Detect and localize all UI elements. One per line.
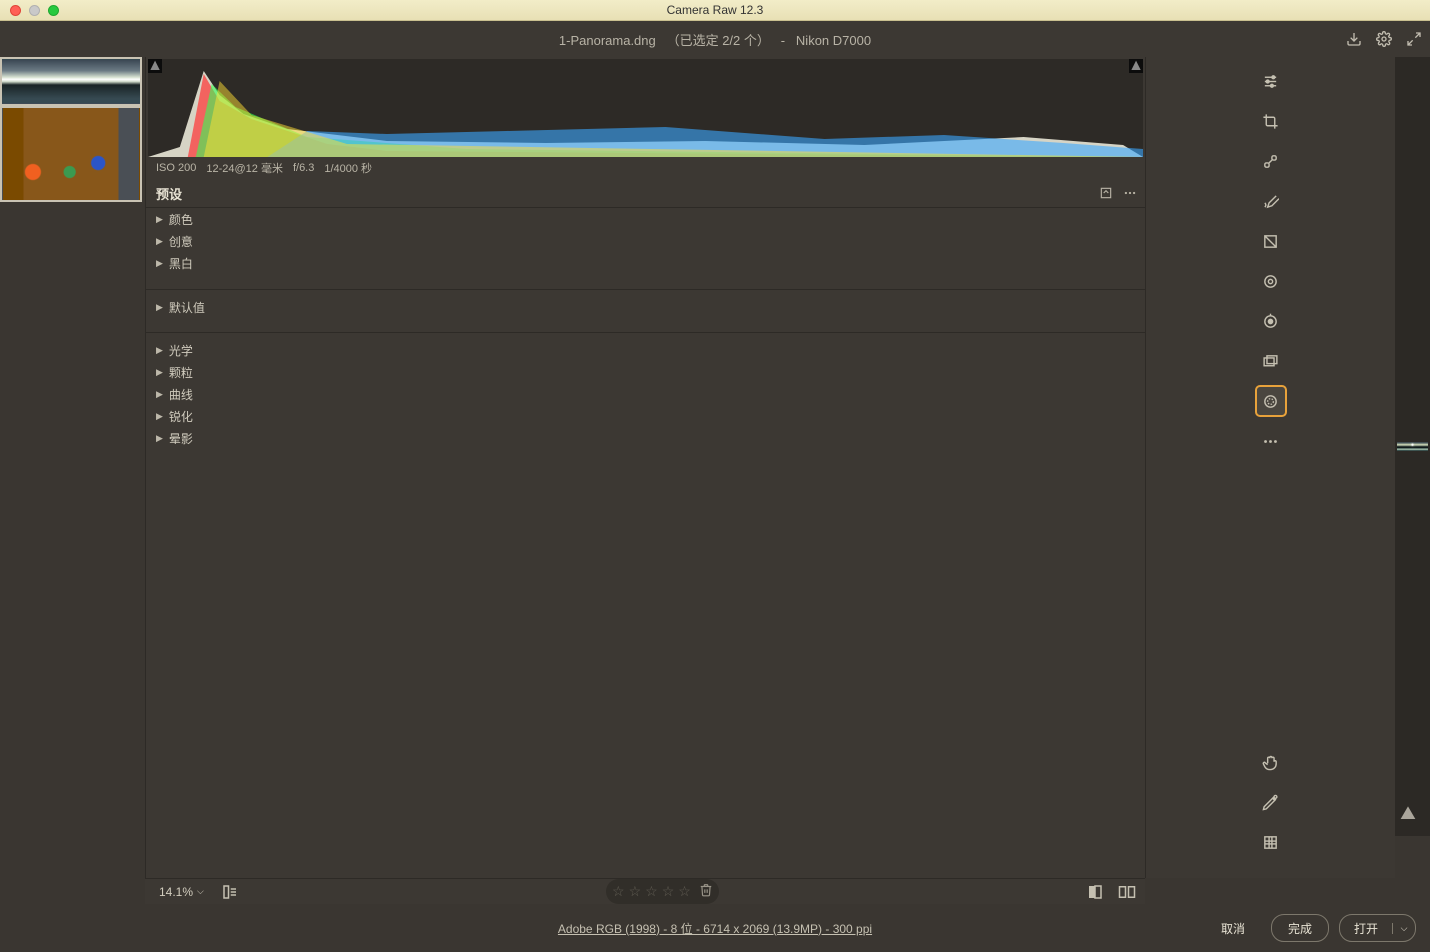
filmstrip-thumb[interactable] <box>2 108 140 200</box>
exif-info: ISO 200 12-24@12 毫米 f/6.3 1/4000 秒 <box>146 157 1145 179</box>
rating-stars: ☆ ☆ ☆ ☆ ☆ <box>606 879 719 904</box>
right-panel: ▲ ▲ ISO 200 12-24@12 毫米 f/6.3 1/4000 秒 预… <box>145 57 1145 878</box>
shadow-clipping-icon[interactable]: ▲ <box>148 59 162 73</box>
presets-panel-header: 预设 <box>146 179 1145 208</box>
aperture-label: f/6.3 <box>293 162 314 174</box>
preset-label: 光学 <box>169 342 193 359</box>
more-tool[interactable] <box>1257 427 1285 455</box>
done-button[interactable]: 完成 <box>1271 914 1329 942</box>
window-minimize-button[interactable] <box>29 5 40 16</box>
star-icon[interactable]: ☆ <box>612 883 625 900</box>
window-title: Camera Raw 12.3 <box>0 3 1430 17</box>
spot-heal-tool[interactable] <box>1257 147 1285 175</box>
preset-group-item[interactable]: ▶晕影 <box>146 427 1145 449</box>
camera-model-label: Nikon D7000 <box>796 33 871 48</box>
star-icon[interactable]: ☆ <box>629 883 642 900</box>
preset-label: 颜色 <box>169 211 193 228</box>
star-icon[interactable]: ☆ <box>662 883 675 900</box>
star-icon[interactable]: ☆ <box>645 883 658 900</box>
traffic-lights <box>10 5 59 16</box>
adjustment-brush-tool[interactable] <box>1257 187 1285 215</box>
chevron-down-icon: ⌵ <box>197 886 204 897</box>
preset-label: 锐化 <box>169 408 193 425</box>
preset-group-item[interactable]: ▶创意 <box>146 230 1145 252</box>
filename-label: 1-Panorama.dng <box>559 33 656 48</box>
gear-icon[interactable] <box>1376 31 1392 47</box>
delete-icon[interactable] <box>699 883 713 900</box>
grid-tool[interactable] <box>1257 828 1285 856</box>
shutter-speed-label: 1/4000 秒 <box>324 160 372 176</box>
selection-count-label: （已选定 2/2 个） <box>667 33 770 48</box>
bottom-bar: 14.1% ⌵ ☆ ☆ ☆ ☆ ☆ <box>145 878 1145 904</box>
presets-title: 预设 <box>156 184 182 203</box>
cancel-button[interactable]: 取消 <box>1205 915 1261 941</box>
tool-column <box>1145 57 1395 878</box>
app-frame: 1-Panorama.dng （已选定 2/2 个） - Nikon D7000 <box>0 21 1430 952</box>
preset-label: 黑白 <box>169 255 193 272</box>
canvas-area[interactable] <box>1395 57 1430 836</box>
filmstrip-thumb[interactable] <box>2 59 140 104</box>
before-after-split-icon[interactable] <box>1117 882 1137 902</box>
document-header: 1-Panorama.dng （已选定 2/2 个） - Nikon D7000 <box>0 21 1430 57</box>
window-close-button[interactable] <box>10 5 21 16</box>
save-icon[interactable] <box>1346 31 1362 47</box>
preset-group-item[interactable]: ▶黑白 <box>146 252 1145 274</box>
preset-label: 颗粒 <box>169 364 193 381</box>
fullscreen-icon[interactable] <box>1406 31 1422 47</box>
histogram[interactable]: ▲ ▲ <box>148 59 1143 157</box>
preset-label: 默认值 <box>169 299 205 316</box>
main-body: ▲ ▲ ISO 200 12-24@12 毫米 f/6.3 1/4000 秒 预… <box>0 57 1430 904</box>
filmstrip-panel <box>0 57 145 878</box>
color-sampler-tool[interactable] <box>1257 788 1285 816</box>
warning-icon[interactable] <box>1400 805 1416 826</box>
preset-label: 创意 <box>169 233 193 250</box>
preset-list: ▶颜色 ▶创意 ▶黑白 ▶默认值 ▶光学 ▶颗粒 ▶曲线 ▶锐化 ▶晕影 <box>146 208 1145 878</box>
preset-group-item[interactable]: ▶颜色 <box>146 208 1145 230</box>
preset-group-item[interactable]: ▶光学 <box>146 339 1145 361</box>
open-button-label: 打开 <box>1340 920 1392 937</box>
edit-tool[interactable] <box>1257 67 1285 95</box>
document-title: 1-Panorama.dng （已选定 2/2 个） - Nikon D7000 <box>559 30 871 49</box>
chevron-down-icon[interactable]: ⌵ <box>1392 923 1415 934</box>
separator-label: - <box>781 33 785 48</box>
snapshots-tool[interactable] <box>1257 347 1285 375</box>
red-eye-tool[interactable] <box>1257 307 1285 335</box>
panel-menu-icon[interactable] <box>1123 186 1137 200</box>
open-button[interactable]: 打开 ⌵ <box>1339 914 1416 942</box>
crop-tool[interactable] <box>1257 107 1285 135</box>
hand-tool[interactable] <box>1257 748 1285 776</box>
preset-group-item[interactable]: ▶锐化 <box>146 405 1145 427</box>
mac-titlebar: Camera Raw 12.3 <box>0 0 1430 21</box>
footer-buttons: 取消 完成 打开 ⌵ <box>1205 914 1416 942</box>
zoom-value: 14.1% <box>159 885 193 899</box>
preset-group-item[interactable]: ▶颗粒 <box>146 361 1145 383</box>
fit-view-icon[interactable] <box>220 882 240 902</box>
preset-label: 曲线 <box>169 386 193 403</box>
radial-gradient-tool[interactable] <box>1257 267 1285 295</box>
focal-length-label: 12-24@12 毫米 <box>206 160 283 176</box>
preset-label: 晕影 <box>169 430 193 447</box>
highlight-clipping-icon[interactable]: ▲ <box>1129 59 1143 73</box>
presets-tool[interactable] <box>1257 387 1285 415</box>
linear-gradient-tool[interactable] <box>1257 227 1285 255</box>
zoom-dropdown[interactable]: 14.1% ⌵ <box>153 885 210 899</box>
before-after-single-icon[interactable] <box>1085 882 1105 902</box>
create-preset-icon[interactable] <box>1099 186 1113 200</box>
iso-label: ISO 200 <box>156 162 196 174</box>
footer: Adobe RGB (1998) - 8 位 - 6714 x 2069 (13… <box>0 904 1430 952</box>
window-maximize-button[interactable] <box>48 5 59 16</box>
preview-image[interactable] <box>1397 442 1428 451</box>
star-icon[interactable]: ☆ <box>678 883 691 900</box>
preset-group-item[interactable]: ▶曲线 <box>146 383 1145 405</box>
preset-group-item[interactable]: ▶默认值 <box>146 296 1145 318</box>
header-tools <box>1346 31 1422 47</box>
